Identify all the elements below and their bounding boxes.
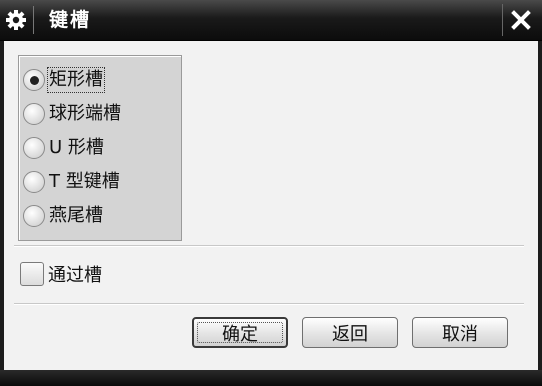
radio-label: 球形端槽 bbox=[49, 103, 121, 124]
radio-button[interactable] bbox=[23, 171, 45, 193]
title-bar[interactable]: 键槽 bbox=[0, 0, 542, 41]
slot-type-group: 矩形槽 球形端槽 U 形槽 T 型键槽 燕尾槽 bbox=[18, 55, 182, 241]
radio-u-slot[interactable]: U 形槽 bbox=[23, 133, 175, 163]
radio-label: T 型键槽 bbox=[49, 171, 120, 192]
back-button-label: 返回 bbox=[332, 323, 368, 345]
focus-ring bbox=[197, 322, 283, 343]
through-slot-option[interactable]: 通过槽 bbox=[20, 259, 102, 289]
dialog-body: 矩形槽 球形端槽 U 形槽 T 型键槽 燕尾槽 通过槽 确定 返回 取消 bbox=[4, 41, 538, 370]
gear-icon[interactable] bbox=[4, 8, 28, 32]
back-button[interactable]: 返回 bbox=[302, 317, 398, 348]
cancel-button-label: 取消 bbox=[442, 323, 478, 345]
title-separator bbox=[33, 6, 34, 34]
radio-ball-end-slot[interactable]: 球形端槽 bbox=[23, 99, 175, 129]
radio-selected-dot bbox=[29, 75, 39, 85]
radio-button[interactable] bbox=[23, 103, 45, 125]
divider bbox=[14, 245, 524, 247]
close-button[interactable] bbox=[502, 4, 539, 36]
radio-button[interactable] bbox=[23, 69, 45, 91]
radio-button[interactable] bbox=[23, 205, 45, 227]
cancel-button[interactable]: 取消 bbox=[412, 317, 508, 348]
dialog-window: 键槽 矩形槽 球形端槽 U 形槽 T 型键槽 燕尾槽 通过槽 确定 返回 取消 bbox=[0, 0, 542, 386]
dialog-title: 键槽 bbox=[49, 9, 92, 31]
radio-t-slot[interactable]: T 型键槽 bbox=[23, 167, 175, 197]
radio-label: 燕尾槽 bbox=[49, 205, 103, 226]
through-slot-checkbox[interactable] bbox=[20, 262, 44, 286]
radio-button[interactable] bbox=[23, 137, 45, 159]
divider bbox=[14, 303, 524, 305]
through-slot-label: 通过槽 bbox=[48, 265, 102, 286]
radio-rectangular-slot[interactable]: 矩形槽 bbox=[23, 65, 175, 95]
radio-label: U 形槽 bbox=[49, 137, 104, 158]
window-bottom-frame bbox=[0, 370, 542, 386]
radio-dovetail-slot[interactable]: 燕尾槽 bbox=[23, 201, 175, 231]
close-icon bbox=[511, 10, 531, 30]
ok-button[interactable]: 确定 bbox=[192, 317, 288, 348]
radio-label: 矩形槽 bbox=[47, 67, 105, 93]
